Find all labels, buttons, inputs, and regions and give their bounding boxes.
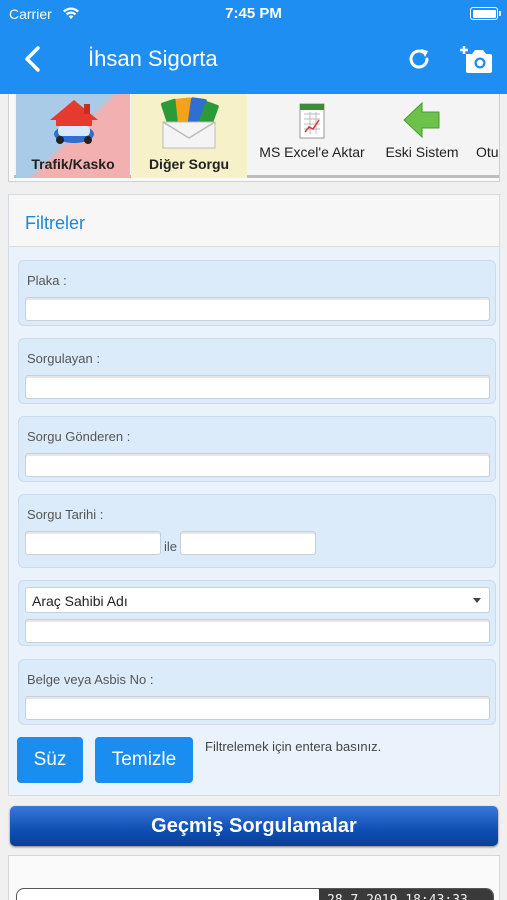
sorgulayan-label: Sorgulayan : xyxy=(27,351,100,366)
plaka-group: Plaka : xyxy=(18,260,496,326)
sorgu-gonderen-label: Sorgu Gönderen : xyxy=(27,429,131,444)
filter-panel: Filtreler Plaka : Sorgulayan : Sorgu Gön… xyxy=(8,194,500,796)
filter-type-value: Araç Sahibi Adı xyxy=(32,593,128,609)
sorgu-gonderen-group: Sorgu Gönderen : xyxy=(18,416,496,482)
page-title: İhsan Sigorta xyxy=(88,46,218,71)
refresh-icon[interactable] xyxy=(404,44,434,74)
excel-sheet-icon xyxy=(299,103,325,139)
top-bar: Carrier 7:45 PM İhsan Sigorta xyxy=(0,0,507,94)
back-chevron-icon[interactable] xyxy=(18,44,48,74)
belge-input[interactable] xyxy=(25,696,490,720)
filter-panel-title: Filtreler xyxy=(25,213,86,233)
clear-button[interactable]: Temizle xyxy=(95,737,193,783)
belge-group: Belge veya Asbis No : xyxy=(18,659,496,725)
sorgu-tarihi-group: Sorgu Tarihi : ile xyxy=(18,494,496,568)
status-bar: Carrier 7:45 PM xyxy=(0,0,507,30)
filter-type-select[interactable]: Araç Sahibi Adı xyxy=(25,587,490,613)
filter-button[interactable]: Süz xyxy=(17,737,83,783)
history-header-button[interactable]: Geçmiş Sorgulamalar xyxy=(10,806,498,846)
history-record[interactable]: 28.7.2019 18:43:33 xyxy=(16,888,494,900)
toolbar-item-label: Trafik/Kasko xyxy=(31,156,115,172)
owner-filter-group: Araç Sahibi Adı xyxy=(18,580,496,646)
plaka-label: Plaka : xyxy=(27,273,67,288)
sorgu-tarihi-label: Sorgu Tarihi : xyxy=(27,507,104,522)
date-to-input[interactable] xyxy=(180,531,316,555)
toolbar-item-otu[interactable]: Otu xyxy=(476,94,499,178)
plaka-input[interactable] xyxy=(25,297,490,321)
owner-name-input[interactable] xyxy=(25,619,490,643)
toolbar-item-diger-sorgu[interactable]: Diğer Sorgu xyxy=(131,94,247,178)
action-toolbar: Trafik/Kasko Diğer Sorgu MS Excel'e Akta… xyxy=(8,94,500,182)
toolbar-item-label: Diğer Sorgu xyxy=(148,156,230,172)
battery-icon xyxy=(470,7,501,20)
sorgu-gonderen-input[interactable] xyxy=(25,453,490,477)
add-photo-camera-icon[interactable] xyxy=(460,44,494,76)
toolbar-item-excel-export[interactable]: MS Excel'e Aktar xyxy=(254,94,370,178)
envelope-cards-icon xyxy=(160,97,219,149)
toolbar-item-label: MS Excel'e Aktar xyxy=(259,144,365,160)
filter-panel-header: Filtreler xyxy=(9,195,499,247)
clock: 7:45 PM xyxy=(225,5,282,22)
sorgulayan-group: Sorgulayan : xyxy=(18,338,496,404)
record-date: 28.7.2019 18:43:33 xyxy=(319,889,493,900)
sorgulayan-input[interactable] xyxy=(25,375,490,399)
date-range-separator: ile xyxy=(164,539,178,554)
toolbar-item-label: Otu xyxy=(476,144,499,160)
filter-hint: Filtrelemek için entera basınız. xyxy=(205,739,382,754)
belge-label: Belge veya Asbis No : xyxy=(27,672,154,687)
toolbar-item-trafik-kasko[interactable]: Trafik/Kasko xyxy=(16,94,130,178)
car-house-icon xyxy=(50,100,98,144)
toolbar-strip: Trafik/Kasko Diğer Sorgu MS Excel'e Akta… xyxy=(14,94,499,178)
green-arrow-left-icon xyxy=(403,101,440,139)
date-from-input[interactable] xyxy=(25,531,161,555)
dropdown-caret-icon xyxy=(473,598,481,603)
toolbar-item-label: Eski Sistem xyxy=(385,144,459,160)
toolbar-item-eski-sistem[interactable]: Eski Sistem xyxy=(380,94,464,178)
history-list: 28.7.2019 18:43:33 xyxy=(8,855,500,900)
